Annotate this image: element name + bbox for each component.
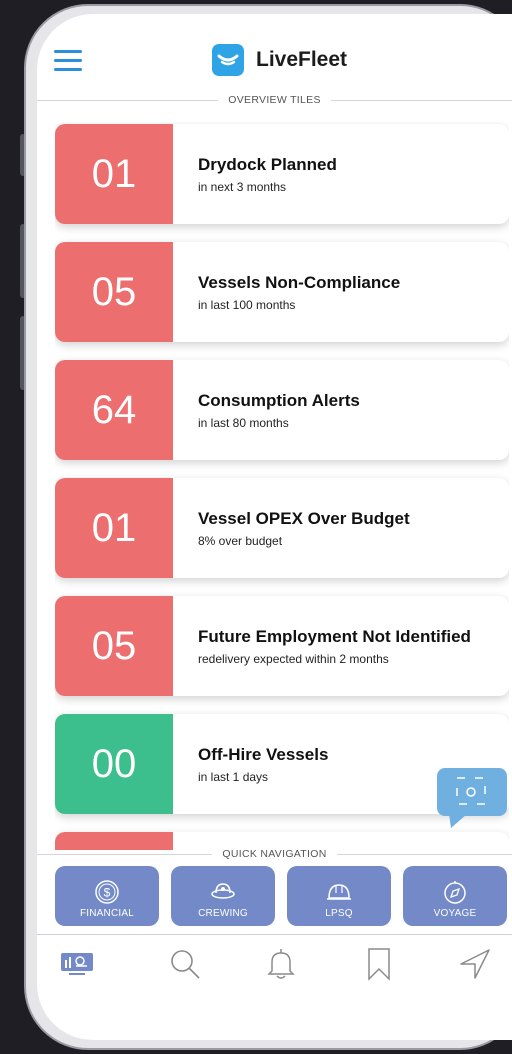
- tab-navigate[interactable]: [457, 946, 493, 982]
- tile-count: 64: [55, 360, 173, 460]
- sailor-hat-icon: [211, 883, 235, 899]
- brand: LiveFleet: [212, 44, 347, 76]
- svg-text:$: $: [104, 886, 111, 900]
- quick-nav-crewing-button[interactable]: CREWING: [171, 866, 275, 926]
- bookmark-icon: [368, 948, 390, 981]
- chat-bubble-button[interactable]: [437, 768, 507, 828]
- overview-tile[interactable]: 01 Vessel OPEX Over Budget 8% over budget: [55, 478, 509, 578]
- tile-count: 00: [55, 714, 173, 814]
- tile-title: Drydock Planned: [198, 154, 337, 174]
- overview-tile[interactable]: 64 Consumption Alerts in last 80 months: [55, 360, 509, 460]
- tile-title: Consumption Alerts: [198, 390, 360, 410]
- bell-icon: [267, 949, 295, 979]
- app-header: LiveFleet: [37, 14, 512, 104]
- bottom-tab-bar: [37, 946, 512, 986]
- quick-nav-bar: $ FINANCIAL CREWING LPSQ VOYAGE: [37, 866, 512, 938]
- compass-icon: [444, 881, 466, 904]
- app-title: LiveFleet: [256, 48, 348, 71]
- tabbar-divider: [37, 934, 512, 935]
- tile-title: Off-Hire Vessels: [198, 744, 329, 764]
- overview-section-header: OVERVIEW TILES: [37, 94, 512, 106]
- tile-body: Vessels Non-Compliance in last 100 months: [173, 242, 400, 342]
- send-arrow-icon: [460, 949, 490, 979]
- tile-subtitle: 8% over budget: [198, 533, 283, 548]
- tile-body: Off-Hire Vessels in last 1 days: [173, 714, 328, 814]
- overview-section-label: OVERVIEW TILES: [228, 94, 321, 106]
- tab-dashboard[interactable]: [59, 946, 95, 982]
- quick-nav-label: VOYAGE: [433, 908, 477, 919]
- quick-nav-section-label: QUICK NAVIGATION: [222, 848, 327, 860]
- livefleet-logo-icon: [212, 44, 244, 76]
- hamburger-menu-icon[interactable]: [54, 50, 82, 72]
- quick-nav-financial-button[interactable]: $ FINANCIAL: [55, 866, 159, 926]
- tile-count: 01: [55, 124, 173, 224]
- dashboard-icon: [61, 953, 93, 975]
- tile-subtitle: redelivery expected within 2 months: [198, 651, 389, 666]
- tile-body: Consumption Alerts in last 80 months: [173, 360, 360, 460]
- dollar-icon: $: [95, 880, 119, 904]
- tab-bookmarks[interactable]: [361, 946, 397, 982]
- search-icon: [171, 950, 200, 979]
- overview-tile[interactable]: 01 Drydock Planned in next 3 months: [55, 124, 509, 224]
- tile-subtitle: in last 100 months: [198, 297, 296, 312]
- tile-body: Future Employment Not Identified redelive…: [173, 596, 471, 696]
- helmet-icon: [327, 884, 351, 900]
- quick-nav-section-header: QUICK NAVIGATION: [37, 848, 512, 860]
- tile-subtitle: in next 3 months: [198, 179, 287, 194]
- tile-title: Vessel OPEX Over Budget: [198, 508, 410, 528]
- quick-nav-label: FINANCIAL: [79, 908, 135, 919]
- app-screen: LiveFleet OVERVIEW TILES 01 Drydock Plann…: [37, 14, 512, 1040]
- quick-nav-label: LPSQ: [325, 908, 353, 919]
- overview-tile[interactable]: 05 Vessels Non-Compliance in last 100 mont…: [55, 242, 509, 342]
- tile-body: Drydock Planned in next 3 months: [173, 124, 337, 224]
- tile-count: 05: [55, 596, 173, 696]
- tile-count: 01: [55, 478, 173, 578]
- tile-subtitle: in last 1 days: [198, 769, 269, 784]
- quick-nav-voyage-button[interactable]: VOYAGE: [403, 866, 507, 926]
- tile-subtitle: in last 80 months: [198, 415, 289, 430]
- tile-count: 05: [55, 242, 173, 342]
- overview-tiles-list[interactable]: 01 Drydock Planned in next 3 months 05 Vesse…: [55, 122, 509, 850]
- overview-tile[interactable]: 05 Future Employment Not Identified redeli…: [55, 596, 509, 696]
- tab-notifications[interactable]: [263, 946, 299, 982]
- tile-body: Vessel OPEX Over Budget 8% over budget: [173, 478, 410, 578]
- tile-title: Future Employment Not Identified: [198, 626, 471, 646]
- quick-nav-lpsq-button[interactable]: LPSQ: [287, 866, 391, 926]
- quick-nav-label: CREWING: [198, 908, 248, 919]
- tile-title: Vessels Non-Compliance: [198, 272, 401, 292]
- tab-search[interactable]: [167, 946, 203, 982]
